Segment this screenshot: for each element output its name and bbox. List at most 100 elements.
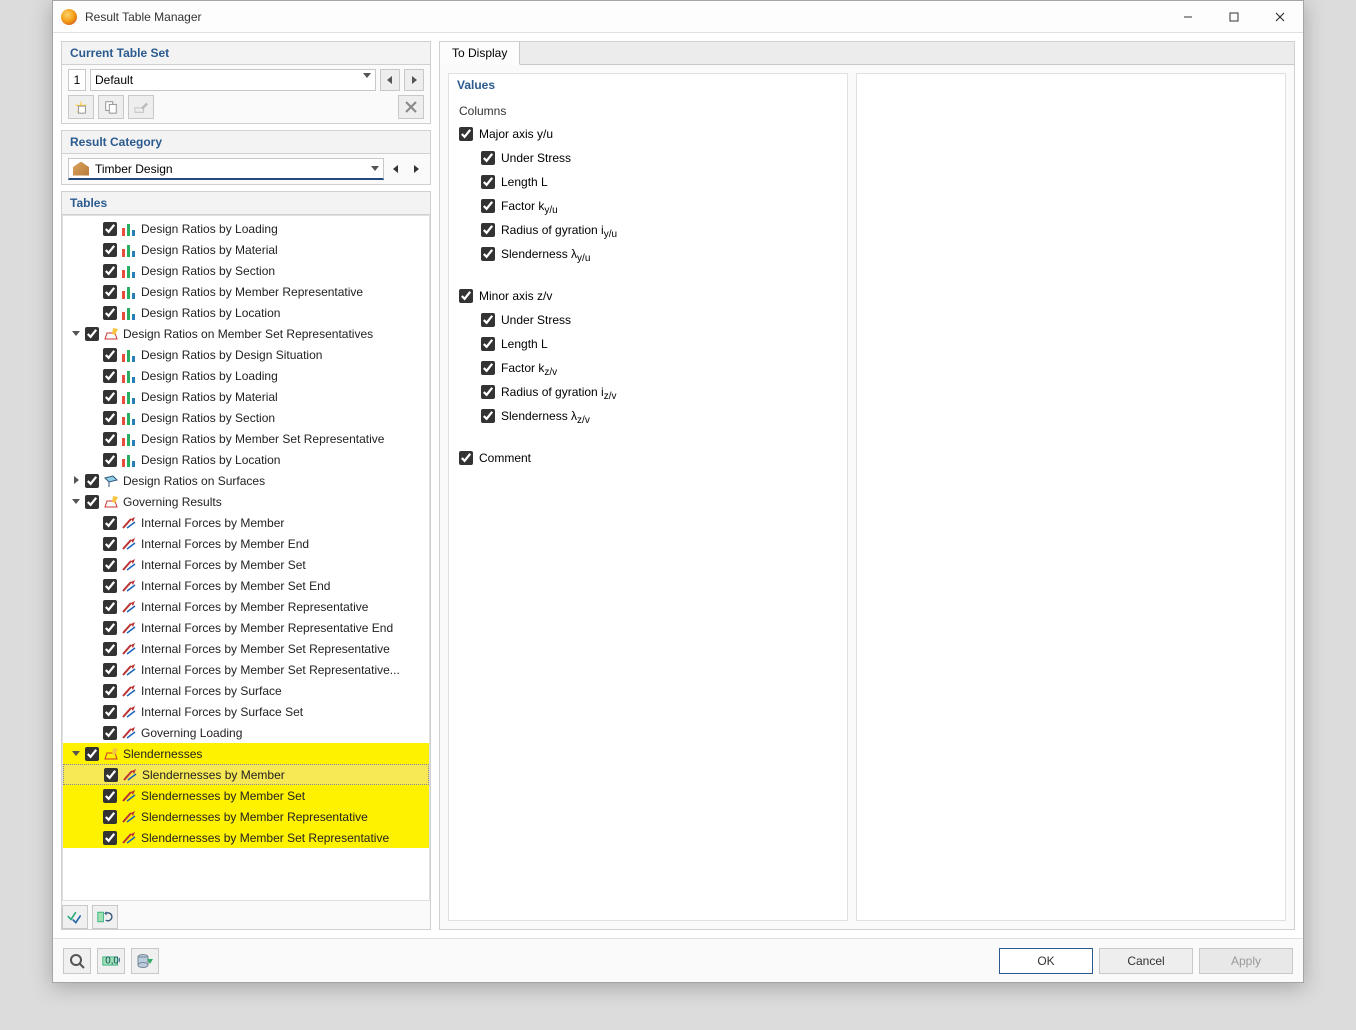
- value-checkbox[interactable]: [481, 313, 495, 327]
- value-checkbox[interactable]: [481, 247, 495, 261]
- tree-item[interactable]: Internal Forces by Member Set Representa…: [63, 659, 429, 680]
- value-checkbox[interactable]: [481, 199, 495, 213]
- expander-closed-icon[interactable]: [69, 474, 83, 488]
- tree-item[interactable]: Internal Forces by Member Set End: [63, 575, 429, 596]
- tree-item-checkbox[interactable]: [103, 432, 117, 446]
- tree-item-checkbox[interactable]: [103, 663, 117, 677]
- tree-item-checkbox[interactable]: [103, 453, 117, 467]
- tree-item[interactable]: Internal Forces by Surface Set: [63, 701, 429, 722]
- tree-item[interactable]: Slendernesses by Member Set Representati…: [63, 827, 429, 848]
- tree-item-checkbox[interactable]: [103, 411, 117, 425]
- export-button[interactable]: [131, 948, 159, 974]
- tree-item-checkbox[interactable]: [103, 579, 117, 593]
- expander-open-icon[interactable]: [69, 495, 83, 509]
- maximize-button[interactable]: [1211, 1, 1257, 33]
- cancel-button[interactable]: Cancel: [1099, 948, 1193, 974]
- rename-tableset-button[interactable]: [128, 95, 154, 119]
- tree-item-checkbox[interactable]: [103, 306, 117, 320]
- tree-item[interactable]: Slendernesses by Member Representative: [63, 806, 429, 827]
- tree-item-checkbox[interactable]: [104, 768, 118, 782]
- tree-item[interactable]: Governing Results: [63, 491, 429, 512]
- tree-item[interactable]: Design Ratios by Loading: [63, 365, 429, 386]
- tree-item-checkbox[interactable]: [103, 285, 117, 299]
- value-checkbox[interactable]: [481, 409, 495, 423]
- tree-item-checkbox[interactable]: [103, 348, 117, 362]
- delete-tableset-button[interactable]: [398, 95, 424, 119]
- new-tableset-button[interactable]: [68, 95, 94, 119]
- copy-tableset-button[interactable]: [98, 95, 124, 119]
- tree-item-checkbox[interactable]: [103, 243, 117, 257]
- result-category-dropdown[interactable]: Timber Design: [68, 158, 384, 180]
- value-checkbox[interactable]: [481, 337, 495, 351]
- tree-item[interactable]: Slendernesses by Member: [63, 764, 429, 785]
- tree-item[interactable]: Design Ratios by Material: [63, 386, 429, 407]
- tree-item-checkbox[interactable]: [103, 222, 117, 236]
- tree-item-checkbox[interactable]: [103, 726, 117, 740]
- tree-item[interactable]: Internal Forces by Member: [63, 512, 429, 533]
- value-checkbox[interactable]: [459, 289, 473, 303]
- expander-open-icon[interactable]: [69, 747, 83, 761]
- tree-item[interactable]: Design Ratios by Material: [63, 239, 429, 260]
- tree-item-checkbox[interactable]: [103, 684, 117, 698]
- units-button[interactable]: 0,00: [97, 948, 125, 974]
- expander-open-icon[interactable]: [69, 327, 83, 341]
- category-prev-button[interactable]: [388, 158, 404, 180]
- tableset-dropdown[interactable]: Default: [90, 69, 376, 91]
- minimize-button[interactable]: [1165, 1, 1211, 33]
- tab-to-display[interactable]: To Display: [440, 42, 520, 65]
- tree-item-checkbox[interactable]: [103, 600, 117, 614]
- tree-item[interactable]: Internal Forces by Member Representative…: [63, 617, 429, 638]
- tree-item[interactable]: Internal Forces by Member End: [63, 533, 429, 554]
- tree-item[interactable]: Design Ratios by Section: [63, 407, 429, 428]
- tree-item-checkbox[interactable]: [103, 831, 117, 845]
- check-all-button[interactable]: [62, 905, 88, 929]
- tree-item-checkbox[interactable]: [103, 537, 117, 551]
- value-checkbox[interactable]: [481, 223, 495, 237]
- tree-item[interactable]: Design Ratios by Location: [63, 302, 429, 323]
- tree-item-checkbox[interactable]: [103, 789, 117, 803]
- category-next-button[interactable]: [408, 158, 424, 180]
- tree-item-checkbox[interactable]: [85, 327, 99, 341]
- apply-button[interactable]: Apply: [1199, 948, 1293, 974]
- tree-item[interactable]: Governing Loading: [63, 722, 429, 743]
- ok-button[interactable]: OK: [999, 948, 1093, 974]
- tree-item-checkbox[interactable]: [103, 558, 117, 572]
- tree-item[interactable]: Design Ratios by Member Representative: [63, 281, 429, 302]
- tableset-next-button[interactable]: [404, 69, 424, 91]
- tree-item[interactable]: Slendernesses: [63, 743, 429, 764]
- tree-item-checkbox[interactable]: [85, 495, 99, 509]
- tree-item-checkbox[interactable]: [103, 810, 117, 824]
- tree-item[interactable]: Design Ratios on Member Set Representati…: [63, 323, 429, 344]
- tree-item-checkbox[interactable]: [85, 474, 99, 488]
- help-button[interactable]: [63, 948, 91, 974]
- tree-item-checkbox[interactable]: [103, 264, 117, 278]
- tree-item[interactable]: Internal Forces by Member Set: [63, 554, 429, 575]
- value-checkbox[interactable]: [459, 451, 473, 465]
- tables-tree[interactable]: Design Ratios by Loading Design Ratios b…: [62, 215, 430, 901]
- tree-item-checkbox[interactable]: [103, 369, 117, 383]
- value-checkbox[interactable]: [481, 361, 495, 375]
- tree-item[interactable]: Internal Forces by Surface: [63, 680, 429, 701]
- tree-item[interactable]: Design Ratios on Surfaces: [63, 470, 429, 491]
- tree-item-checkbox[interactable]: [103, 516, 117, 530]
- value-checkbox[interactable]: [481, 151, 495, 165]
- tableset-prev-button[interactable]: [380, 69, 400, 91]
- value-checkbox[interactable]: [481, 175, 495, 189]
- tree-item-checkbox[interactable]: [103, 390, 117, 404]
- tree-item[interactable]: Design Ratios by Location: [63, 449, 429, 470]
- value-checkbox[interactable]: [459, 127, 473, 141]
- tree-item-checkbox[interactable]: [103, 621, 117, 635]
- value-checkbox[interactable]: [481, 385, 495, 399]
- tree-item[interactable]: Design Ratios by Member Set Representati…: [63, 428, 429, 449]
- tree-item[interactable]: Design Ratios by Section: [63, 260, 429, 281]
- tree-item[interactable]: Slendernesses by Member Set: [63, 785, 429, 806]
- tree-item-checkbox[interactable]: [103, 642, 117, 656]
- tree-item[interactable]: Design Ratios by Design Situation: [63, 344, 429, 365]
- tree-item-checkbox[interactable]: [85, 747, 99, 761]
- tree-item[interactable]: Internal Forces by Member Set Representa…: [63, 638, 429, 659]
- tree-item[interactable]: Design Ratios by Loading: [63, 218, 429, 239]
- close-button[interactable]: [1257, 1, 1303, 33]
- tree-item[interactable]: Internal Forces by Member Representative: [63, 596, 429, 617]
- save-table-set-button[interactable]: [92, 905, 118, 929]
- tree-item-checkbox[interactable]: [103, 705, 117, 719]
